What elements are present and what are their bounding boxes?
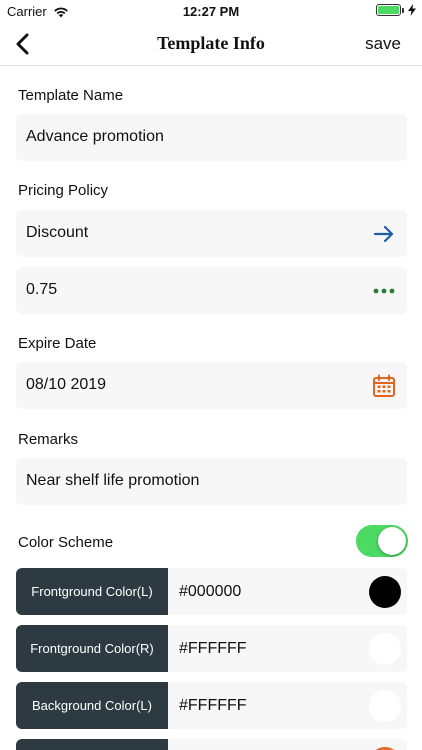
- template-name-label: Template Name: [18, 87, 124, 104]
- pricing-policy-value: Discount: [26, 224, 89, 241]
- pricing-amount-field[interactable]: 0.75: [16, 267, 407, 314]
- calendar-icon[interactable]: [371, 373, 397, 399]
- remarks-field[interactable]: Near shelf life promotion: [16, 458, 407, 505]
- template-name-field[interactable]: Advance promotion: [16, 114, 407, 161]
- remarks-label: Remarks: [18, 431, 79, 448]
- color-scheme-label: Color Scheme: [18, 534, 114, 551]
- charging-icon: [408, 4, 416, 16]
- color-swatch[interactable]: [369, 633, 401, 665]
- status-right: [376, 4, 416, 16]
- pricing-policy-label: Pricing Policy: [18, 182, 109, 199]
- save-button[interactable]: save: [365, 34, 401, 54]
- color-row-value: #FFFFFF: [179, 640, 247, 657]
- status-bar: Carrier 12:27 PM: [0, 0, 422, 22]
- color-row-frontground-left[interactable]: Frontground Color(L) #000000: [16, 568, 407, 615]
- pricing-amount-value: 0.75: [26, 281, 58, 298]
- color-scheme-toggle[interactable]: [356, 525, 408, 557]
- toggle-knob: [378, 527, 406, 555]
- nav-bar: Template Info save: [0, 22, 422, 66]
- color-row-label: Background Color(L): [16, 682, 168, 729]
- template-name-value: Advance promotion: [26, 128, 164, 145]
- color-row-label: Frontground Color(L): [16, 568, 168, 615]
- color-row-partial[interactable]: [16, 739, 407, 750]
- expire-date-field[interactable]: 08/10 2019: [16, 362, 407, 409]
- status-time: 12:27 PM: [182, 4, 240, 19]
- color-swatch[interactable]: [369, 576, 401, 608]
- color-swatch[interactable]: [369, 690, 401, 722]
- expire-date-value: 08/10 2019: [26, 376, 107, 393]
- color-row-frontground-right[interactable]: Frontground Color(R) #FFFFFF: [16, 625, 407, 672]
- color-row-label: Frontground Color(R): [16, 625, 168, 672]
- remarks-value: Near shelf life promotion: [26, 472, 200, 489]
- page-title: Template Info: [157, 33, 265, 53]
- color-row-value: #FFFFFF: [179, 697, 247, 714]
- arrow-right-icon: [371, 221, 397, 247]
- expire-date-label: Expire Date: [18, 335, 97, 352]
- color-row-value: #000000: [179, 583, 242, 600]
- more-icon[interactable]: [371, 278, 397, 304]
- battery-icon: [376, 4, 404, 16]
- color-row-background-left[interactable]: Background Color(L) #FFFFFF: [16, 682, 407, 729]
- pricing-policy-selector[interactable]: Discount: [16, 210, 407, 257]
- color-row-label: [16, 739, 168, 750]
